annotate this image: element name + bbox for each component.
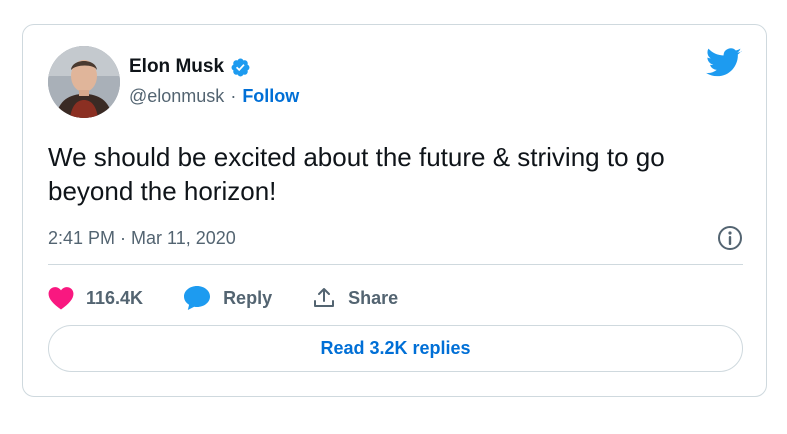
author-name-row: Elon Musk	[129, 56, 251, 78]
tweet-actions: 116.4K Reply Share	[48, 281, 438, 315]
author-name[interactable]: Elon Musk	[129, 56, 224, 78]
share-button[interactable]: Share	[312, 286, 398, 310]
share-icon	[312, 286, 336, 310]
share-label: Share	[348, 287, 399, 308]
author-handle[interactable]: @elonmusk	[129, 86, 224, 107]
tweet-text: We should be excited about the future & …	[48, 142, 665, 206]
follow-button[interactable]: Follow	[242, 86, 299, 107]
reply-button[interactable]: Reply	[183, 285, 272, 311]
twitter-bird-icon[interactable]	[706, 48, 742, 78]
read-replies-button[interactable]: Read 3.2K replies	[48, 325, 743, 372]
like-button[interactable]: 116.4K	[48, 286, 143, 310]
info-icon[interactable]	[717, 225, 743, 251]
verified-badge-icon	[230, 57, 251, 78]
tweet-meta-row: 2:41 PM · Mar 11, 2020	[48, 225, 743, 251]
reply-bubble-icon	[183, 285, 211, 311]
divider	[48, 264, 743, 265]
tweet-card: Elon Musk @elonmusk · Follow We should b…	[22, 24, 767, 397]
author-handle-row: @elonmusk · Follow	[129, 86, 299, 107]
heart-icon	[48, 286, 74, 310]
avatar[interactable]	[48, 46, 120, 118]
separator-dot: ·	[230, 86, 237, 106]
likes-count: 116.4K	[86, 287, 144, 308]
reply-label: Reply	[223, 287, 273, 308]
tweet-timestamp[interactable]: 2:41 PM · Mar 11, 2020	[48, 228, 236, 249]
